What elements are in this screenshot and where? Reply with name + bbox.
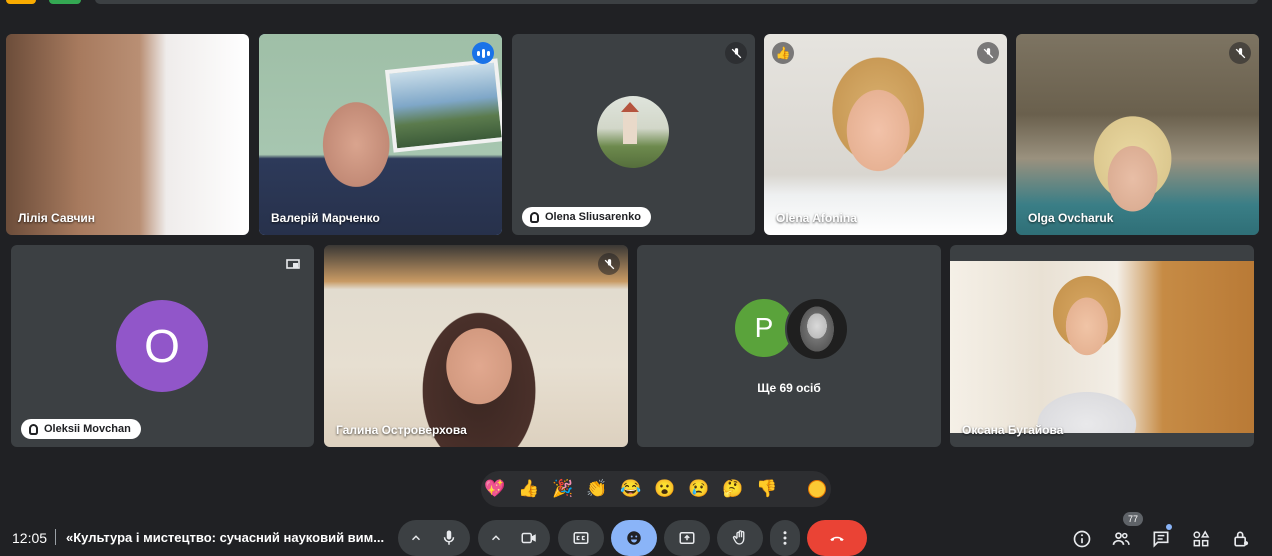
divider — [55, 529, 56, 545]
mic-off-icon — [977, 42, 999, 64]
chevron-up-icon — [411, 535, 421, 541]
more-options-button[interactable] — [770, 520, 800, 556]
reactions-bar: 💖 👍 🎉 👏 😂 😮 😢 🤔 👎 — [481, 471, 831, 507]
participant-name: Лілія Савчин — [18, 211, 96, 225]
skin-tone-picker-button[interactable] — [803, 475, 831, 503]
participant-tile-active-speaker[interactable]: Валерій Марченко — [259, 34, 502, 235]
mic-off-icon — [725, 42, 747, 64]
host-controls-button[interactable] — [1230, 528, 1252, 550]
people-icon — [1112, 532, 1130, 545]
mic-off-icon — [598, 253, 620, 275]
wall-picture — [384, 58, 502, 153]
reaction-clapping-icon[interactable]: 👏 — [583, 475, 611, 503]
participant-name-pill: Oleksii Movchan — [21, 419, 141, 439]
more-vert-icon — [783, 531, 787, 545]
activities-icon — [1193, 530, 1210, 547]
overflow-avatar-photo — [785, 297, 849, 361]
emoji-reactions-button[interactable] — [611, 520, 657, 556]
skin-tone-swatch-icon — [808, 480, 826, 498]
raise-hand-button[interactable] — [717, 520, 763, 556]
overflow-participants-tile[interactable]: P Ще 69 осіб — [637, 245, 941, 447]
reaction-party-popper-icon[interactable]: 🎉 — [549, 475, 577, 503]
participant-name: Оксана Бугайова — [962, 423, 1064, 437]
participant-name: Валерій Марченко — [271, 211, 380, 225]
clock: 12:05 — [12, 530, 48, 546]
presenting-icon — [286, 259, 300, 269]
participant-avatar: O — [116, 300, 208, 392]
participant-tile[interactable]: Галина Островерхова — [324, 245, 628, 447]
chevron-up-icon — [491, 535, 501, 541]
mic-off-icon — [1229, 42, 1251, 64]
smiley-icon — [627, 531, 641, 545]
reaction-thinking-icon[interactable]: 🤔 — [719, 475, 747, 503]
chat-button[interactable] — [1150, 528, 1172, 550]
top-bar — [95, 0, 1258, 4]
mic-group-button — [398, 520, 470, 556]
participant-tile[interactable]: Оксана Бугайова — [950, 245, 1254, 447]
closed-captions-icon — [573, 532, 589, 544]
more-participants-label: Ще 69 осіб — [757, 381, 821, 395]
reaction-thumbs-down-icon[interactable]: 👎 — [753, 475, 781, 503]
video-options-button[interactable] — [481, 520, 511, 556]
participant-video — [764, 34, 1007, 235]
participant-name-pill: Olena Sliusarenko — [522, 207, 651, 227]
participant-video — [324, 245, 628, 447]
reaction-thumbs-up-icon: 👍 — [772, 42, 794, 64]
participant-name: Olena Sliusarenko — [545, 211, 641, 223]
top-chip-yellow — [6, 0, 36, 4]
participant-video — [1016, 34, 1259, 235]
participant-tile[interactable]: Лілія Савчин — [6, 34, 249, 235]
microphone-button[interactable] — [431, 520, 467, 556]
participant-tile[interactable]: 👍 Olena Afonina — [764, 34, 1007, 235]
camera-group-button — [478, 520, 550, 556]
captions-button[interactable] — [558, 520, 604, 556]
new-message-dot — [1166, 524, 1172, 530]
microphone-icon — [443, 530, 455, 545]
info-icon — [1073, 530, 1091, 548]
meeting-details-button[interactable] — [1071, 528, 1093, 550]
reaction-thumbs-up-icon[interactable]: 👍 — [515, 475, 543, 503]
participant-name: Oleksii Movchan — [44, 423, 131, 435]
meeting-title: «Культура і мистецтво: сучасний науковий… — [66, 530, 385, 545]
participant-tile[interactable]: Olena Sliusarenko — [512, 34, 755, 235]
reaction-laughing-icon[interactable]: 😂 — [617, 475, 645, 503]
present-screen-icon — [679, 532, 695, 544]
leave-call-button[interactable] — [807, 520, 867, 556]
bottom-bar: 12:05 «Культура і мистецтво: сучасний на… — [0, 512, 1272, 556]
participant-avatar — [597, 96, 669, 168]
lock-person-icon — [1234, 531, 1249, 547]
participant-count-badge: 77 — [1123, 512, 1144, 526]
top-chip-green — [49, 0, 81, 4]
participant-video — [6, 34, 249, 235]
participant-tile[interactable]: O Oleksii Movchan — [11, 245, 314, 447]
reaction-surprised-icon[interactable]: 😮 — [651, 475, 679, 503]
participant-name: Olga Ovcharuk — [1028, 211, 1114, 225]
speaking-indicator-icon — [472, 42, 494, 64]
chat-icon — [1153, 531, 1169, 548]
participant-tile[interactable]: Olga Ovcharuk — [1016, 34, 1259, 235]
present-screen-button[interactable] — [664, 520, 710, 556]
audio-options-button[interactable] — [401, 520, 431, 556]
people-button[interactable] — [1110, 528, 1132, 550]
participant-name: Olena Afonina — [776, 211, 857, 225]
participant-video — [950, 261, 1254, 433]
raise-hand-icon — [732, 530, 745, 545]
activities-button[interactable] — [1190, 528, 1212, 550]
camera-button[interactable] — [511, 520, 547, 556]
camera-icon — [521, 532, 536, 544]
reactions-spacer — [787, 475, 797, 503]
pin-icon — [530, 211, 539, 223]
pin-icon — [29, 423, 38, 435]
hang-up-icon — [830, 536, 844, 541]
reaction-crying-icon[interactable]: 😢 — [685, 475, 713, 503]
reaction-sparkling-heart-icon[interactable]: 💖 — [481, 475, 509, 503]
participant-name: Галина Островерхова — [336, 423, 467, 437]
